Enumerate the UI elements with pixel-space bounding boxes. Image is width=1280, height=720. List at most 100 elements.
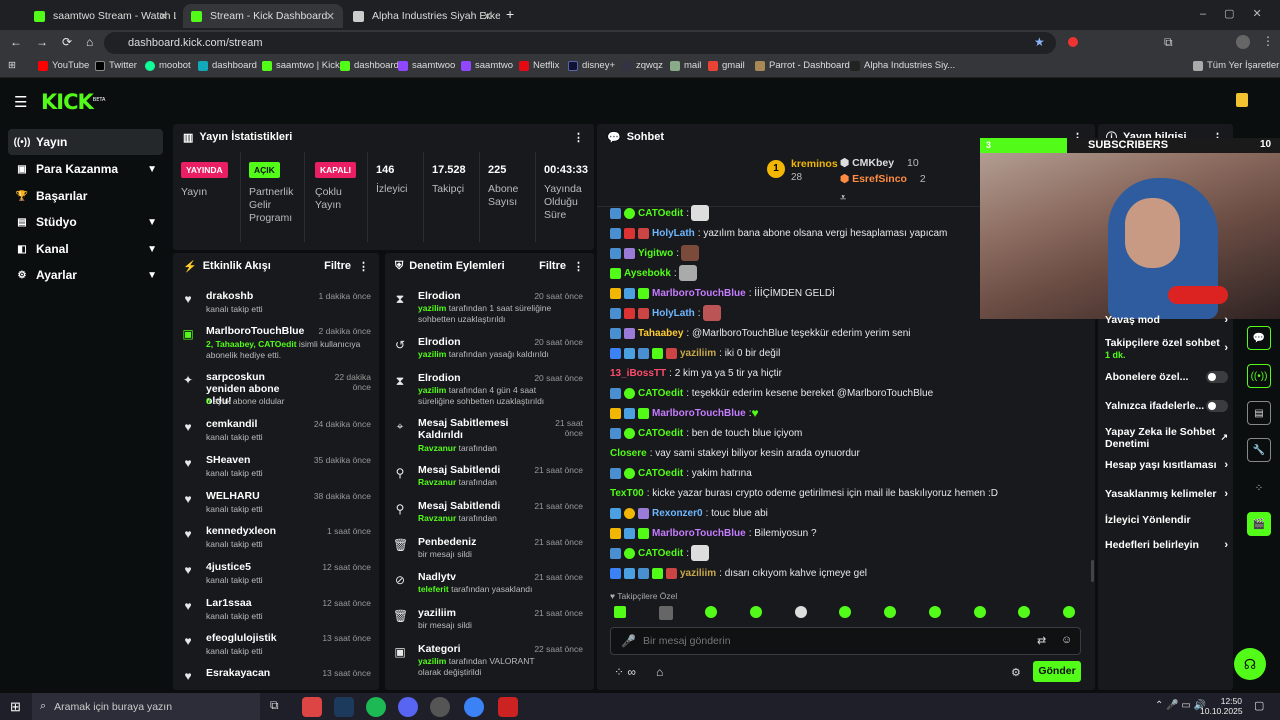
obs-taskbar-icon[interactable] (430, 697, 450, 717)
bookmark-all-folder[interactable]: Tüm Yer İşaretleri (1193, 60, 1280, 71)
send-button[interactable]: Gönder (1033, 661, 1081, 682)
chat-message[interactable]: CATOedit: teşekkür ederim kesene bereket… (610, 386, 933, 400)
chat-message[interactable]: Yigitwo: (610, 245, 699, 261)
chat-message[interactable]: yaziliim: iki 0 bir değil (610, 346, 780, 360)
tab-saamtwo-stream[interactable]: saamtwo Stream - Watch Live o✕ (26, 4, 176, 28)
setting-ifadeler[interactable]: Yalnızca ifadelerle... (1105, 400, 1230, 412)
emote-icon[interactable] (928, 606, 941, 618)
bookmark-disney[interactable]: disney+ (568, 60, 615, 71)
emote-icon[interactable] (658, 606, 673, 620)
chat-scrollbar[interactable] (1091, 560, 1094, 582)
chat-message[interactable]: MarlboroTouchBlue: ♥ (610, 406, 759, 420)
extension-icon[interactable] (1068, 37, 1078, 47)
translate-icon[interactable]: ⇄ (1037, 634, 1046, 647)
app2-taskbar-icon[interactable] (498, 697, 518, 717)
bookmark-mail[interactable]: mail (670, 60, 701, 71)
nav-buttons[interactable]: ←→⟳⌂ (10, 35, 107, 49)
setting-izleyici-yonlendir[interactable]: İzleyici Yönlendir (1105, 514, 1230, 526)
chat-message[interactable]: TexT00: kicke yazar burası crypto odeme … (610, 486, 998, 500)
bookmark-youtube[interactable]: YouTube (38, 60, 89, 71)
clock[interactable]: 12:50 10.10.2025 (1200, 696, 1243, 716)
window-controls[interactable]: –▢✕ (1200, 7, 1280, 20)
emoji-icon[interactable]: ☺ (1061, 634, 1072, 646)
chat-message[interactable]: Tahaabey: @MarlboroTouchBlue teşekkür ed… (610, 326, 911, 340)
sidebar-item-para-kazanma[interactable]: ▣ Para Kazanma ▼ (8, 156, 163, 182)
emote-icon[interactable] (1062, 606, 1075, 618)
broadcast-icon[interactable]: ((•)) (1247, 364, 1271, 388)
print-icon[interactable]: ▤ (1247, 401, 1271, 425)
setting-hesap-yasi[interactable]: Hesap yaşı kısıtlaması › (1105, 459, 1230, 471)
emote-icon[interactable] (750, 606, 763, 618)
user-avatar[interactable] (1236, 93, 1248, 107)
chat-message[interactable]: CATOedit: yakim hatrına (610, 466, 752, 480)
chat-popout-icon[interactable]: 💬 (1247, 326, 1271, 350)
apps-grid-icon[interactable]: ⊞ (8, 60, 16, 71)
tab-kick-dashboard[interactable]: Stream - Kick Dashboard ✕ (183, 4, 343, 28)
emote-icon[interactable] (794, 606, 807, 618)
app-taskbar-icon[interactable] (464, 697, 484, 717)
bookmark-dashboard-2[interactable]: dashboard (340, 60, 399, 71)
chat-tools-icon[interactable]: ⁘ ∞ (614, 665, 636, 679)
chat-message[interactable]: MarlboroTouchBlue: İİİÇİMDEN GELDİ (610, 286, 835, 300)
taskbar-search[interactable]: ⌕ Aramak için buraya yazın (32, 693, 260, 720)
close-tab-icon[interactable]: ✕ (483, 10, 492, 23)
bookmark-moobot[interactable]: moobot (145, 60, 191, 71)
chat-message[interactable]: Closere: vay sami stakeyi biliyor kesin … (610, 446, 860, 460)
sidebar-item-kanal[interactable]: ◧ Kanal ▼ (8, 236, 163, 262)
collapse-arrow-icon[interactable]: ⩡ (840, 192, 846, 205)
clapperboard-icon[interactable]: 🎬 (1247, 512, 1271, 536)
sidebar-item-basarilar[interactable]: 🏆 Başarılar (8, 183, 163, 209)
wrench-icon[interactable]: 🔧 (1247, 438, 1271, 462)
bookmark-saamtwo[interactable]: saamtwo (461, 60, 513, 71)
discord-taskbar-icon[interactable] (398, 697, 418, 717)
emote-icon[interactable] (884, 606, 897, 618)
notification-icon[interactable]: ▢ (1254, 699, 1264, 712)
moderation-filter-button[interactable]: Filtre (539, 260, 566, 272)
gifter-cmkbey[interactable]: ⬢ CMKbey 10 (840, 157, 919, 169)
bookmark-netflix[interactable]: Netflix (519, 60, 559, 71)
chat-message[interactable]: CATOedit: ben de touch blue içiyom (610, 426, 802, 440)
task-view-icon[interactable]: ⧉ (270, 698, 279, 713)
spotify-taskbar-icon[interactable] (366, 697, 386, 717)
chat-message[interactable]: Rexonzer0: touc blue abi (610, 506, 768, 520)
tray-icons[interactable]: ⌃ 🎤 ▭ 🔊 (1155, 700, 1206, 711)
chat-message[interactable]: HolyLath: (610, 305, 721, 321)
activity-filter-button[interactable]: Filtre (324, 260, 351, 272)
more-options-icon[interactable]: ⋮ (573, 131, 584, 144)
setting-yasakli-kelimeler[interactable]: Yasaklanmış kelimeler › (1105, 488, 1230, 500)
emote-icon[interactable] (614, 606, 626, 618)
chrome-taskbar-icon[interactable] (302, 697, 322, 717)
chat-settings-gear-icon[interactable]: ⚙ (1011, 666, 1021, 679)
bookmark-parrot[interactable]: Parrot - Dashboard (755, 60, 850, 71)
integrations-icon[interactable]: ⁘ (1247, 476, 1271, 500)
setting-yavas-mod[interactable]: Yavaş mod › (1105, 314, 1230, 326)
bookmark-star-icon[interactable]: ★ (1034, 35, 1045, 49)
setting-takipci-ozel[interactable]: Takipçilere özel sohbet 1 dk. › (1105, 337, 1230, 361)
emote-icon[interactable] (1018, 606, 1031, 618)
kick-logo[interactable]: KICKBETA (41, 90, 105, 114)
emote-icon[interactable] (973, 606, 986, 618)
url-field[interactable]: dashboard.kick.com/stream (104, 32, 1056, 54)
chat-message[interactable]: yaziliim: dısarı cıkıyom kahve içmeye ge… (610, 566, 867, 580)
setting-abone-ozel[interactable]: Abonelere özel... (1105, 371, 1230, 383)
profile-avatar[interactable] (1236, 35, 1250, 49)
gifter-esrefsinco[interactable]: ⬢ EsrefSinco 2 (840, 173, 926, 185)
help-support-icon[interactable]: ☊ (1234, 648, 1266, 680)
sidebar-item-yayin[interactable]: ((•)) Yayın (8, 129, 163, 155)
bookmark-saamtwoo[interactable]: saamtwoo (398, 60, 455, 71)
emote-icon[interactable] (839, 606, 852, 618)
toggle-switch[interactable] (1206, 371, 1228, 383)
bookmark-twitter[interactable]: Twitter (95, 60, 137, 71)
extensions-puzzle-icon[interactable]: ⧉ (1164, 35, 1173, 50)
bookmark-gmail[interactable]: gmail (708, 60, 745, 71)
top-gifter-name[interactable]: kreminos (791, 158, 838, 170)
chat-message[interactable]: 13_iBossTT: 2 kim ya ya 5 tir ya hiçtir (610, 366, 782, 380)
chat-message[interactable]: Aysebokk: (610, 265, 697, 281)
bookmark-dashboard[interactable]: dashboard (198, 60, 257, 71)
new-tab-icon[interactable]: + (506, 6, 514, 22)
steam-taskbar-icon[interactable] (334, 697, 354, 717)
hamburger-menu-icon[interactable]: ☰ (14, 93, 27, 111)
bookmark-zqwqz[interactable]: zqwqz (622, 60, 663, 71)
chat-message[interactable]: CATOedit: (610, 205, 709, 221)
setting-hedefler[interactable]: Hedefleri belirleyin › (1105, 539, 1230, 551)
